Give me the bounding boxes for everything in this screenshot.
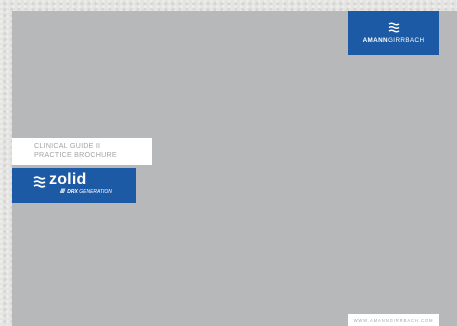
brand-name-bold: AMANN bbox=[362, 37, 388, 44]
product-logo: zolid //// DRX GENERATION bbox=[12, 168, 136, 203]
brand-name-light: GIRRBACH bbox=[388, 37, 425, 44]
footer-url-box: WWW.AMANNGIRRBACH.COM bbox=[348, 314, 439, 326]
generation-bold: DRX bbox=[67, 189, 78, 195]
guide-line-1: CLINICAL GUIDE II bbox=[34, 141, 101, 150]
generation-light: GENERATION bbox=[77, 189, 112, 195]
guide-line-2: PRACTICE BROCHURE bbox=[34, 150, 117, 159]
brand-name: AMANNGIRRBACH bbox=[363, 37, 425, 44]
generation-label: DRX GENERATION bbox=[67, 189, 112, 195]
guide-title-box: CLINICAL GUIDE II PRACTICE BROCHURE bbox=[12, 138, 152, 165]
product-name: zolid bbox=[49, 171, 87, 188]
product-generation: //// DRX GENERATION bbox=[60, 189, 112, 195]
generation-slashes: //// bbox=[60, 189, 65, 195]
website-url: WWW.AMANNGIRRBACH.COM bbox=[353, 317, 434, 323]
brand-logo: AMANNGIRRBACH bbox=[348, 11, 439, 55]
three-waves-icon bbox=[388, 22, 399, 33]
three-waves-icon bbox=[33, 176, 46, 188]
